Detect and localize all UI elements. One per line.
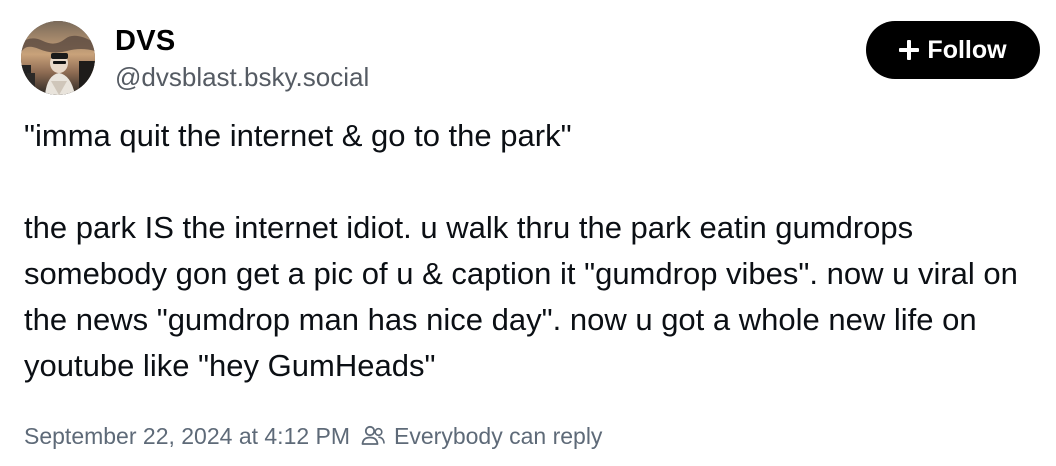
people-icon (361, 425, 385, 445)
avatar-image (21, 21, 95, 95)
plus-icon (899, 40, 920, 60)
post-text: "imma quit the internet & go to the park… (24, 113, 1034, 389)
follow-button[interactable]: Follow (866, 21, 1040, 79)
post-timestamp[interactable]: September 22, 2024 at 4:12 PM (24, 421, 350, 451)
author-handle[interactable]: @dvsblast.bsky.social (115, 62, 369, 92)
follow-button-label: Follow (927, 35, 1007, 64)
avatar[interactable] (21, 21, 95, 95)
post-paragraph: "imma quit the internet & go to the park… (24, 118, 572, 153)
reply-setting[interactable]: Everybody can reply (394, 421, 602, 451)
author-display-name[interactable]: DVS (115, 24, 176, 58)
post-meta: September 22, 2024 at 4:12 PM Everybody … (24, 421, 602, 451)
post-card: DVS @dvsblast.bsky.social Follow "imma q… (0, 0, 1056, 466)
post-paragraph: the park IS the internet idiot. u walk t… (24, 210, 1018, 383)
